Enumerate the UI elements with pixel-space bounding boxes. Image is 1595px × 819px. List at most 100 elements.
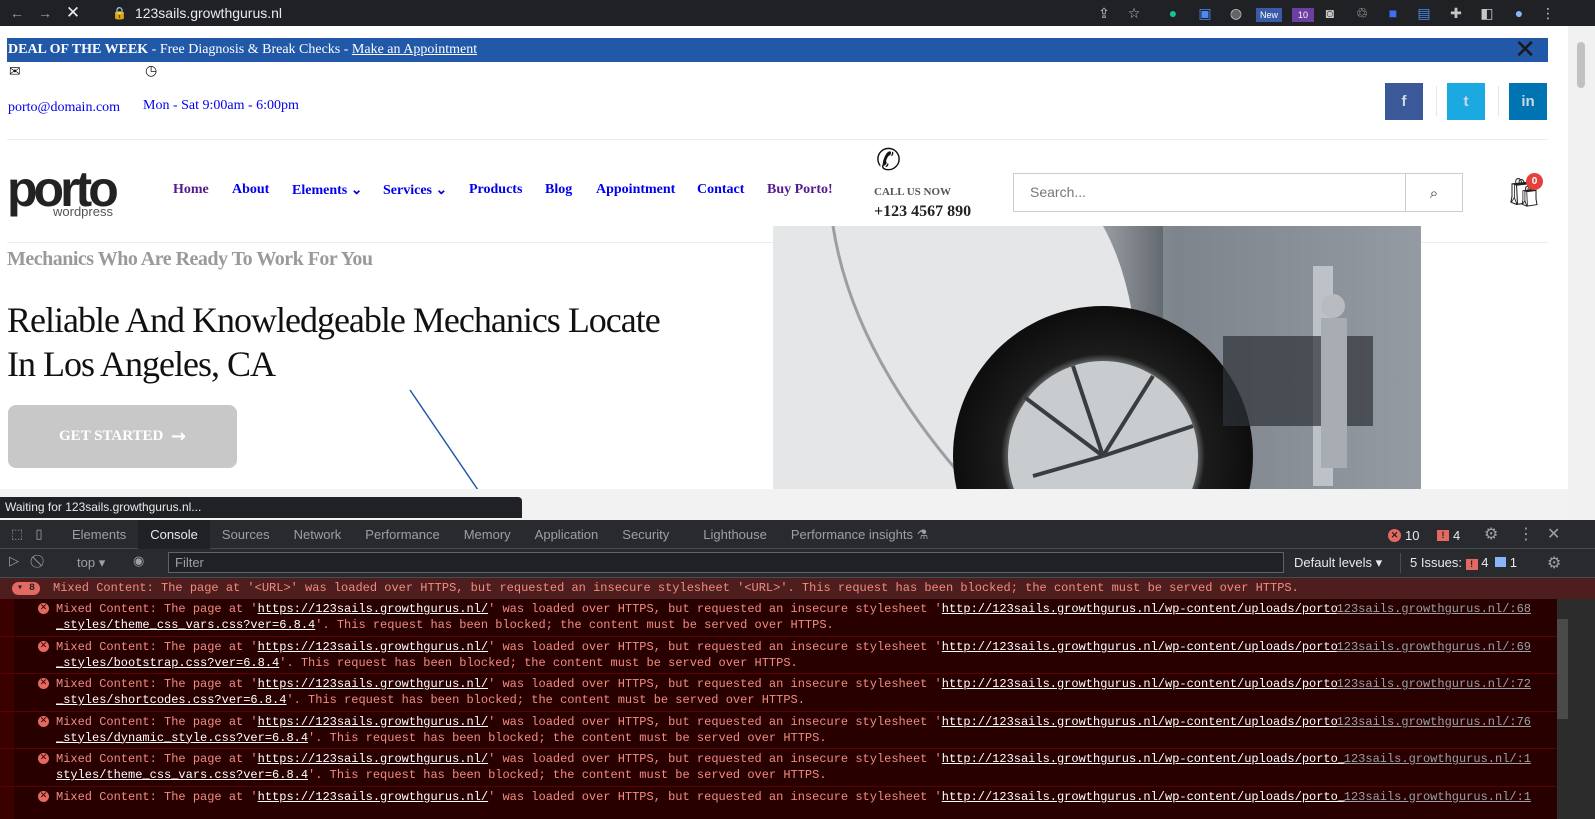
console-settings-icon[interactable]: ⚙ [1547, 553, 1561, 572]
tab-memory[interactable]: Memory [452, 520, 523, 549]
message-group-header[interactable]: ▾ 8 Mixed Content: The page at '<URL>' w… [0, 578, 1595, 599]
share-icon[interactable]: ⇪ [1094, 2, 1114, 24]
source-location-link[interactable]: 123sails.growthgurus.nl/:68 [1337, 602, 1531, 618]
context-selector[interactable]: top ▾ [77, 555, 105, 571]
facebook-icon[interactable]: f [1385, 83, 1423, 120]
tab-security[interactable]: Security [610, 520, 681, 549]
resource-url-link[interactable]: http://123sails.growthgurus.nl/wp-conten… [942, 715, 1338, 729]
issue-icon: ! [1437, 529, 1449, 541]
stop-loading-icon[interactable]: ✕ [62, 3, 84, 23]
linkedin-icon[interactable]: in [1509, 83, 1547, 120]
tab-lighthouse[interactable]: Lighthouse [691, 520, 779, 549]
log-levels-dropdown[interactable]: Default levels ▾ [1294, 555, 1382, 571]
console-error-row[interactable]: ✕ Mixed Content: The page at 'https://12… [0, 786, 1557, 819]
video-extension-icon[interactable]: ■ [1383, 2, 1403, 24]
tab-elements[interactable]: Elements [60, 520, 138, 549]
nav-buy-porto[interactable]: Buy Porto! [767, 182, 833, 198]
tab-performance[interactable]: Performance [353, 520, 451, 549]
issues-counter[interactable]: 5 Issues: ! 4 1 [1410, 555, 1517, 570]
grammarly-extension-icon[interactable]: ● [1163, 2, 1183, 24]
resource-url-link[interactable]: http://123sails.growthgurus.nl/wp-conten… [942, 602, 1338, 616]
extensions-puzzle-icon[interactable]: ✚ [1446, 2, 1466, 24]
console-scrollbar[interactable] [1557, 599, 1595, 819]
source-location-link[interactable]: 123sails.growthgurus.nl/:1 [1344, 790, 1531, 806]
docs-extension-icon[interactable]: ▤ [1414, 2, 1434, 24]
camera-extension-icon[interactable]: ◙ [1320, 2, 1340, 24]
resource-url-link-cont[interactable]: _styles/dynamic_style.css?ver=6.8.4 [56, 731, 308, 745]
counter-extension-icon[interactable]: 10 [1292, 8, 1314, 22]
tab-performance-insights[interactable]: Performance insights ⚗ [779, 520, 940, 549]
lock-icon[interactable]: 🔒 [112, 6, 127, 20]
nav-about[interactable]: About [232, 182, 269, 198]
new-extension-icon[interactable]: New [1256, 8, 1282, 22]
filter-input[interactable]: Filter [168, 552, 1284, 573]
page-url-link[interactable]: https://123sails.growthgurus.nl/ [258, 715, 488, 729]
warning-count[interactable]: ! 4 [1437, 525, 1460, 545]
tab-network[interactable]: Network [282, 520, 354, 549]
twitter-icon[interactable]: t [1447, 83, 1485, 120]
error-icon: ✕ [38, 790, 49, 802]
profile-avatar[interactable]: ● [1509, 2, 1529, 24]
resource-url-link[interactable]: http://123sails.growthgurus.nl/wp-conten… [942, 677, 1338, 691]
side-panel-icon[interactable]: ◧ [1477, 2, 1497, 24]
console-error-row[interactable]: ✕ Mixed Content: The page at 'https://12… [0, 674, 1557, 712]
search-icon[interactable]: ⌕ [1405, 174, 1462, 211]
search-input[interactable]: Search... [1013, 173, 1463, 212]
resource-url-link[interactable]: http://123sails.growthgurus.nl/wp-conten… [942, 752, 1345, 766]
tab-console[interactable]: Console [138, 519, 210, 549]
page-url-link[interactable]: https://123sails.growthgurus.nl/ [258, 640, 488, 654]
resource-url-link-cont[interactable]: _styles/bootstrap.css?ver=6.8.4 [56, 656, 279, 670]
source-location-link[interactable]: 123sails.growthgurus.nl/:76 [1337, 715, 1531, 731]
nav-services[interactable]: Services ⌄ [383, 182, 447, 199]
resource-url-link-cont[interactable]: _styles/shortcodes.css?ver=6.8.4 [56, 693, 286, 707]
console-error-row[interactable]: ✕ Mixed Content: The page at 'https://12… [0, 599, 1557, 637]
source-location-link[interactable]: 123sails.growthgurus.nl/:1 [1344, 752, 1531, 768]
page-scrollbar[interactable] [1568, 26, 1595, 520]
page-url-link[interactable]: https://123sails.growthgurus.nl/ [258, 790, 488, 804]
inspect-element-icon[interactable]: ⬚ [6, 527, 28, 542]
close-icon[interactable]: ✕ [1514, 37, 1536, 63]
more-options-icon[interactable]: ⋮ [1518, 524, 1534, 543]
source-location-link[interactable]: 123sails.growthgurus.nl/:69 [1337, 640, 1531, 656]
globe-extension-icon[interactable]: ◍ [1226, 2, 1246, 24]
sidebar-toggle-icon[interactable]: ▷ [9, 554, 19, 569]
settings-gear-icon[interactable]: ⚙ [1484, 524, 1498, 543]
nav-home[interactable]: Home [173, 182, 209, 198]
page-url-link[interactable]: https://123sails.growthgurus.nl/ [258, 677, 488, 691]
forward-icon[interactable]: → [34, 5, 56, 21]
eye-icon[interactable]: ◉ [133, 554, 144, 569]
resource-url-link-cont[interactable]: styles/theme_css_vars.css?ver=6.8.4 [56, 768, 308, 782]
get-started-button[interactable]: GET STARTED → [8, 405, 237, 468]
make-appointment-link[interactable]: Make an Appointment [352, 42, 477, 57]
tab-application[interactable]: Application [523, 520, 611, 549]
chrome-menu-icon[interactable]: ⋮ [1538, 2, 1558, 24]
hero-kicker: Mechanics Who Are Ready To Work For You [7, 248, 373, 270]
nav-blog[interactable]: Blog [545, 182, 572, 198]
page-scrollbar-thumb[interactable] [1577, 42, 1585, 88]
resource-url-link[interactable]: http://123sails.growthgurus.nl/wp-conten… [942, 640, 1338, 654]
address-bar[interactable]: 123sails.growthgurus.nl [135, 5, 282, 21]
page-url-link[interactable]: https://123sails.growthgurus.nl/ [258, 602, 488, 616]
source-location-link[interactable]: 123sails.growthgurus.nl/:72 [1337, 677, 1531, 693]
nav-appointment[interactable]: Appointment [596, 182, 675, 198]
nav-contact[interactable]: Contact [697, 182, 744, 198]
resource-url-link[interactable]: http://123sails.growthgurus.nl/wp-conten… [942, 790, 1345, 804]
nav-elements[interactable]: Elements ⌄ [292, 182, 362, 199]
recycle-extension-icon[interactable]: ♲ [1352, 2, 1372, 24]
console-error-row[interactable]: ✕ Mixed Content: The page at 'https://12… [0, 636, 1557, 674]
translate-extension-icon[interactable]: ▣ [1195, 2, 1215, 24]
console-scrollbar-thumb[interactable] [1557, 619, 1568, 719]
tab-sources[interactable]: Sources [210, 520, 282, 549]
console-error-row[interactable]: ✕ Mixed Content: The page at 'https://12… [0, 711, 1557, 749]
phone-number[interactable]: +123 4567 890 [874, 203, 971, 221]
console-error-row[interactable]: ✕ Mixed Content: The page at 'https://12… [0, 749, 1557, 787]
device-toolbar-icon[interactable]: ▯ [28, 527, 50, 542]
page-url-link[interactable]: https://123sails.growthgurus.nl/ [258, 752, 488, 766]
error-count[interactable]: ✕ 10 [1388, 525, 1419, 545]
nav-products[interactable]: Products [469, 182, 522, 198]
email-link[interactable]: porto@domain.com [8, 100, 120, 116]
resource-url-link-cont[interactable]: _styles/theme_css_vars.css?ver=6.8.4 [56, 618, 315, 632]
close-devtools-icon[interactable]: ✕ [1547, 524, 1560, 543]
bookmark-star-icon[interactable]: ☆ [1124, 2, 1144, 24]
back-icon[interactable]: ← [6, 5, 28, 21]
